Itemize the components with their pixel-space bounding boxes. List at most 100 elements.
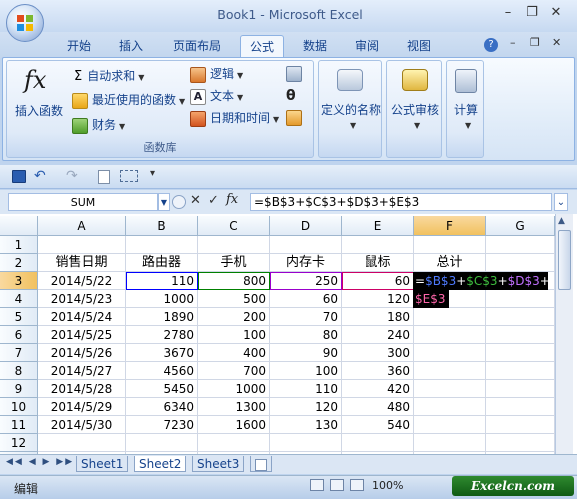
row-header-11[interactable]: 11: [0, 416, 38, 434]
tab-review[interactable]: 审阅: [346, 35, 388, 57]
data-cell[interactable]: 200: [198, 308, 270, 326]
cell-f5[interactable]: [414, 308, 486, 326]
minimize-icon[interactable]: –: [497, 4, 519, 22]
row-header-5[interactable]: 5: [0, 308, 38, 326]
data-cell[interactable]: 60: [270, 290, 342, 308]
name-box[interactable]: SUM: [8, 193, 158, 211]
help-icon[interactable]: ?: [484, 38, 498, 52]
data-cell[interactable]: 70: [270, 308, 342, 326]
logical-button[interactable]: 逻辑 ▼: [190, 64, 243, 84]
fx-button[interactable]: fx: [226, 192, 238, 207]
data-cell[interactable]: 420: [342, 380, 414, 398]
insert-function-button[interactable]: fx 插入函数: [10, 64, 68, 126]
data-cell[interactable]: 480: [342, 398, 414, 416]
data-cell[interactable]: 2780: [126, 326, 198, 344]
data-cell[interactable]: 2014/5/30: [38, 416, 126, 434]
column-header-f[interactable]: F: [414, 216, 486, 236]
cell-g10[interactable]: [486, 398, 555, 416]
column-header-g[interactable]: G: [486, 216, 555, 236]
lookup-reference-button[interactable]: [286, 66, 308, 84]
sheet-tab-1[interactable]: Sheet1: [76, 456, 129, 472]
cell-g11[interactable]: [486, 416, 555, 434]
cell-f1[interactable]: [414, 236, 486, 254]
column-header-d[interactable]: D: [270, 216, 342, 236]
zoom-level[interactable]: 100%: [372, 479, 403, 492]
defined-names-group[interactable]: 定义的名称 ▼: [318, 60, 382, 158]
tab-page-layout[interactable]: 页面布局: [164, 35, 230, 57]
column-header-c[interactable]: C: [198, 216, 270, 236]
calculation-group[interactable]: 计算 ▼: [446, 60, 484, 158]
ribbon-restore-icon[interactable]: ❐: [530, 36, 540, 49]
cell-f6[interactable]: [414, 326, 486, 344]
row-header-1[interactable]: 1: [0, 236, 38, 254]
data-cell[interactable]: 2014/5/22: [38, 272, 126, 290]
page-break-view-icon[interactable]: [350, 479, 364, 491]
expand-formula-icon[interactable]: ⌄: [554, 193, 568, 211]
data-cell[interactable]: 100: [198, 326, 270, 344]
tab-home[interactable]: 开始: [58, 35, 100, 57]
cell-f11[interactable]: [414, 416, 486, 434]
tab-insert[interactable]: 插入: [110, 35, 152, 57]
cell-f8[interactable]: [414, 362, 486, 380]
cell-c1[interactable]: [198, 236, 270, 254]
cell-g5[interactable]: [486, 308, 555, 326]
cell-c12[interactable]: [198, 434, 270, 452]
close-icon[interactable]: ✕: [545, 4, 567, 22]
data-cell[interactable]: 700: [198, 362, 270, 380]
data-cell[interactable]: 2014/5/28: [38, 380, 126, 398]
row-header-8[interactable]: 8: [0, 362, 38, 380]
cell-edit-box[interactable]: =$B$3+$C$3+$D$3+: [413, 272, 550, 290]
data-cell[interactable]: 120: [342, 290, 414, 308]
normal-view-icon[interactable]: [310, 479, 324, 491]
data-cell[interactable]: 100: [270, 362, 342, 380]
cell-b12[interactable]: [126, 434, 198, 452]
data-cell[interactable]: 2014/5/29: [38, 398, 126, 416]
column-header-b[interactable]: B: [126, 216, 198, 236]
ribbon-minimize-icon[interactable]: –: [510, 36, 516, 49]
cell-f9[interactable]: [414, 380, 486, 398]
sheet-tab-2[interactable]: Sheet2: [134, 456, 187, 472]
cell-b1[interactable]: [126, 236, 198, 254]
selection-icon[interactable]: [120, 170, 138, 182]
row-header-12[interactable]: 12: [0, 434, 38, 452]
math-trig-button[interactable]: θ: [286, 88, 308, 106]
header-cell[interactable]: 手机: [198, 254, 270, 272]
sheet-nav-arrows-icon[interactable]: ◀◀ ◀ ▶ ▶▶: [6, 457, 74, 467]
cell-a1[interactable]: [38, 236, 126, 254]
cell-f7[interactable]: [414, 344, 486, 362]
data-cell[interactable]: 300: [342, 344, 414, 362]
row-header-3[interactable]: 3: [0, 272, 38, 290]
cell-g8[interactable]: [486, 362, 555, 380]
data-cell[interactable]: 110: [270, 380, 342, 398]
redo-icon[interactable]: ↷: [66, 168, 78, 184]
financial-button[interactable]: 财务 ▼: [72, 115, 125, 135]
data-cell[interactable]: 1000: [126, 290, 198, 308]
data-cell[interactable]: 3670: [126, 344, 198, 362]
cell-g4[interactable]: [486, 290, 555, 308]
restore-icon[interactable]: ❐: [521, 4, 543, 22]
header-cell[interactable]: 鼠标: [342, 254, 414, 272]
datetime-button[interactable]: 日期和时间 ▼: [190, 108, 279, 128]
formula-input[interactable]: =$B$3+$C$3+$D$3+$E$3: [250, 193, 552, 211]
cell-g12[interactable]: [486, 434, 555, 452]
header-cell[interactable]: 总计: [414, 254, 486, 272]
row-header-7[interactable]: 7: [0, 344, 38, 362]
autosum-button[interactable]: Σ 自动求和 ▼: [74, 66, 144, 86]
select-all-corner[interactable]: [0, 216, 38, 236]
data-cell[interactable]: 5450: [126, 380, 198, 398]
column-header-e[interactable]: E: [342, 216, 414, 236]
tab-data[interactable]: 数据: [294, 35, 336, 57]
vertical-scrollbar[interactable]: ▲: [555, 214, 573, 454]
page-layout-view-icon[interactable]: [330, 479, 344, 491]
insert-sheet-icon[interactable]: [250, 456, 272, 472]
scroll-thumb[interactable]: [558, 230, 571, 290]
cell-f12[interactable]: [414, 434, 486, 452]
office-button[interactable]: [6, 4, 44, 42]
tab-view[interactable]: 视图: [398, 35, 440, 57]
column-header-a[interactable]: A: [38, 216, 126, 236]
undo-icon[interactable]: ↶: [34, 168, 46, 184]
row-header-10[interactable]: 10: [0, 398, 38, 416]
sheet-tab-3[interactable]: Sheet3: [192, 456, 245, 472]
namebox-dropdown-icon[interactable]: ▼: [158, 193, 170, 211]
formula-audit-group[interactable]: 公式审核 ▼: [386, 60, 442, 158]
